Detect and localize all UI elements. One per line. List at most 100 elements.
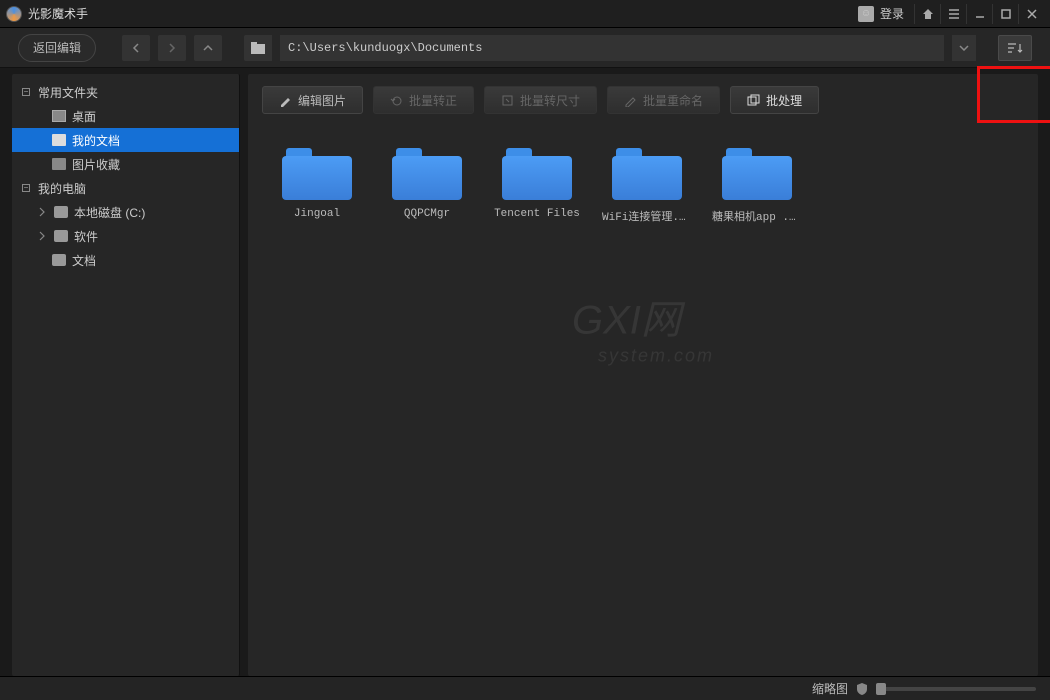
sidebar-item-desktop[interactable]: 桌面	[12, 104, 239, 128]
chevron-right-icon	[38, 231, 46, 241]
sort-icon	[1007, 42, 1023, 54]
sort-button[interactable]	[998, 35, 1032, 61]
batch-process-button[interactable]: 批处理	[730, 86, 819, 114]
sidebar-label: 软件	[74, 228, 98, 245]
folder-item[interactable]: WiFi连接管理...	[602, 148, 692, 224]
thumbnail-label: 缩略图	[812, 680, 848, 697]
sidebar-item-my-computer[interactable]: − 我的电脑	[12, 176, 239, 200]
sidebar-item-software[interactable]: 软件	[12, 224, 239, 248]
document-icon	[52, 134, 66, 146]
close-button[interactable]	[1018, 4, 1044, 24]
disk-icon	[54, 230, 68, 242]
folder-icon	[392, 148, 462, 200]
rename-icon	[624, 94, 637, 107]
login-label: 登录	[880, 5, 904, 22]
login-button[interactable]: ☺ 登录	[858, 5, 904, 22]
chevron-right-icon	[168, 43, 176, 53]
folder-icon	[502, 148, 572, 200]
btn-label: 批量转尺寸	[520, 92, 580, 109]
folder-item[interactable]: Tencent Files	[492, 148, 582, 224]
batch-rename-button[interactable]: 批量重命名	[607, 86, 720, 114]
folder-icon	[612, 148, 682, 200]
content-area: 编辑图片 批量转正 批量转尺寸 批量重命名 批处理 Jingoal	[248, 74, 1038, 676]
folder-icon	[282, 148, 352, 200]
folder-item[interactable]: Jingoal	[272, 148, 362, 224]
back-label: 返回编辑	[33, 39, 81, 56]
minimize-button[interactable]	[966, 4, 992, 24]
minimize-icon	[974, 8, 986, 20]
slider-thumb[interactable]	[876, 683, 886, 695]
folder-icon	[722, 148, 792, 200]
folder-item[interactable]: 糖果相机app ...	[712, 148, 802, 224]
disk-icon	[54, 206, 68, 218]
app-logo-icon	[6, 6, 22, 22]
face-icon: ☺	[858, 6, 874, 22]
folder-grid: Jingoal QQPCMgr Tencent Files WiFi连接管理..…	[248, 126, 1038, 246]
nav-forward-button[interactable]	[158, 35, 186, 61]
resize-icon	[501, 94, 514, 107]
folder-label: Jingoal	[294, 208, 340, 220]
folder-icon	[251, 42, 265, 54]
chevron-down-icon	[959, 45, 969, 51]
thumbnail-size-slider[interactable]	[876, 687, 1036, 691]
sidebar-item-my-documents[interactable]: 我的文档	[12, 128, 239, 152]
desktop-icon	[52, 110, 66, 122]
watermark-line2: system.com	[598, 345, 714, 366]
sidebar-label: 本地磁盘 (C:)	[74, 204, 145, 221]
nav-up-button[interactable]	[194, 35, 222, 61]
app-title: 光影魔术手	[28, 5, 858, 22]
nav-back-button[interactable]	[122, 35, 150, 61]
title-bar: 光影魔术手 ☺ 登录	[0, 0, 1050, 28]
btn-label: 批处理	[766, 92, 802, 109]
btn-label: 批量转正	[409, 92, 457, 109]
collapse-icon[interactable]: −	[22, 88, 30, 96]
sidebar-item-documents-disk[interactable]: 文档	[12, 248, 239, 272]
home-icon	[922, 8, 934, 20]
batch-resize-button[interactable]: 批量转尺寸	[484, 86, 597, 114]
chevron-right-icon	[38, 207, 46, 217]
batch-rotate-button[interactable]: 批量转正	[373, 86, 474, 114]
watermark: GXI网 system.com	[572, 287, 714, 366]
sidebar-label: 桌面	[72, 108, 96, 125]
sidebar-label: 我的电脑	[38, 180, 86, 197]
sidebar-label: 文档	[72, 252, 96, 269]
shield-icon	[856, 682, 868, 696]
folder-label: 糖果相机app ...	[712, 208, 802, 224]
sidebar-label: 我的文档	[72, 132, 120, 149]
edit-image-button[interactable]: 编辑图片	[262, 86, 363, 114]
settings-button[interactable]	[940, 4, 966, 24]
status-bar: 缩略图	[0, 676, 1050, 700]
disk-icon	[52, 254, 66, 266]
collapse-icon[interactable]: −	[22, 184, 30, 192]
folder-label: WiFi连接管理...	[602, 208, 692, 224]
back-to-edit-button[interactable]: 返回编辑	[18, 34, 96, 62]
close-icon	[1026, 8, 1038, 20]
pencil-icon	[279, 94, 292, 107]
watermark-line1: GXI网	[572, 287, 714, 345]
sidebar-label: 图片收藏	[72, 156, 120, 173]
batch-icon	[747, 94, 760, 107]
folder-item[interactable]: QQPCMgr	[382, 148, 472, 224]
path-dropdown-button[interactable]	[952, 35, 976, 61]
nav-bar: 返回编辑	[0, 28, 1050, 68]
hamburger-icon	[948, 8, 960, 20]
btn-label: 批量重命名	[643, 92, 703, 109]
rotate-icon	[390, 94, 403, 107]
folder-label: QQPCMgr	[404, 208, 450, 220]
maximize-button[interactable]	[992, 4, 1018, 24]
sidebar-label: 常用文件夹	[38, 84, 98, 101]
sidebar-item-local-disk-c[interactable]: 本地磁盘 (C:)	[12, 200, 239, 224]
btn-label: 编辑图片	[298, 92, 346, 109]
folder-label: Tencent Files	[494, 208, 580, 220]
content-toolbar: 编辑图片 批量转正 批量转尺寸 批量重命名 批处理	[248, 74, 1038, 126]
maximize-icon	[1000, 8, 1012, 20]
chevron-left-icon	[132, 43, 140, 53]
home-button[interactable]	[914, 4, 940, 24]
path-input[interactable]	[280, 35, 944, 61]
sidebar-item-common-folders[interactable]: − 常用文件夹	[12, 80, 239, 104]
image-icon	[52, 158, 66, 170]
chevron-up-icon	[203, 43, 213, 53]
main-area: − 常用文件夹 桌面 我的文档 图片收藏 − 我的电脑 本地磁盘 (C:) 软件	[0, 68, 1050, 676]
sidebar-item-picture-collection[interactable]: 图片收藏	[12, 152, 239, 176]
folder-path-icon	[244, 35, 272, 61]
